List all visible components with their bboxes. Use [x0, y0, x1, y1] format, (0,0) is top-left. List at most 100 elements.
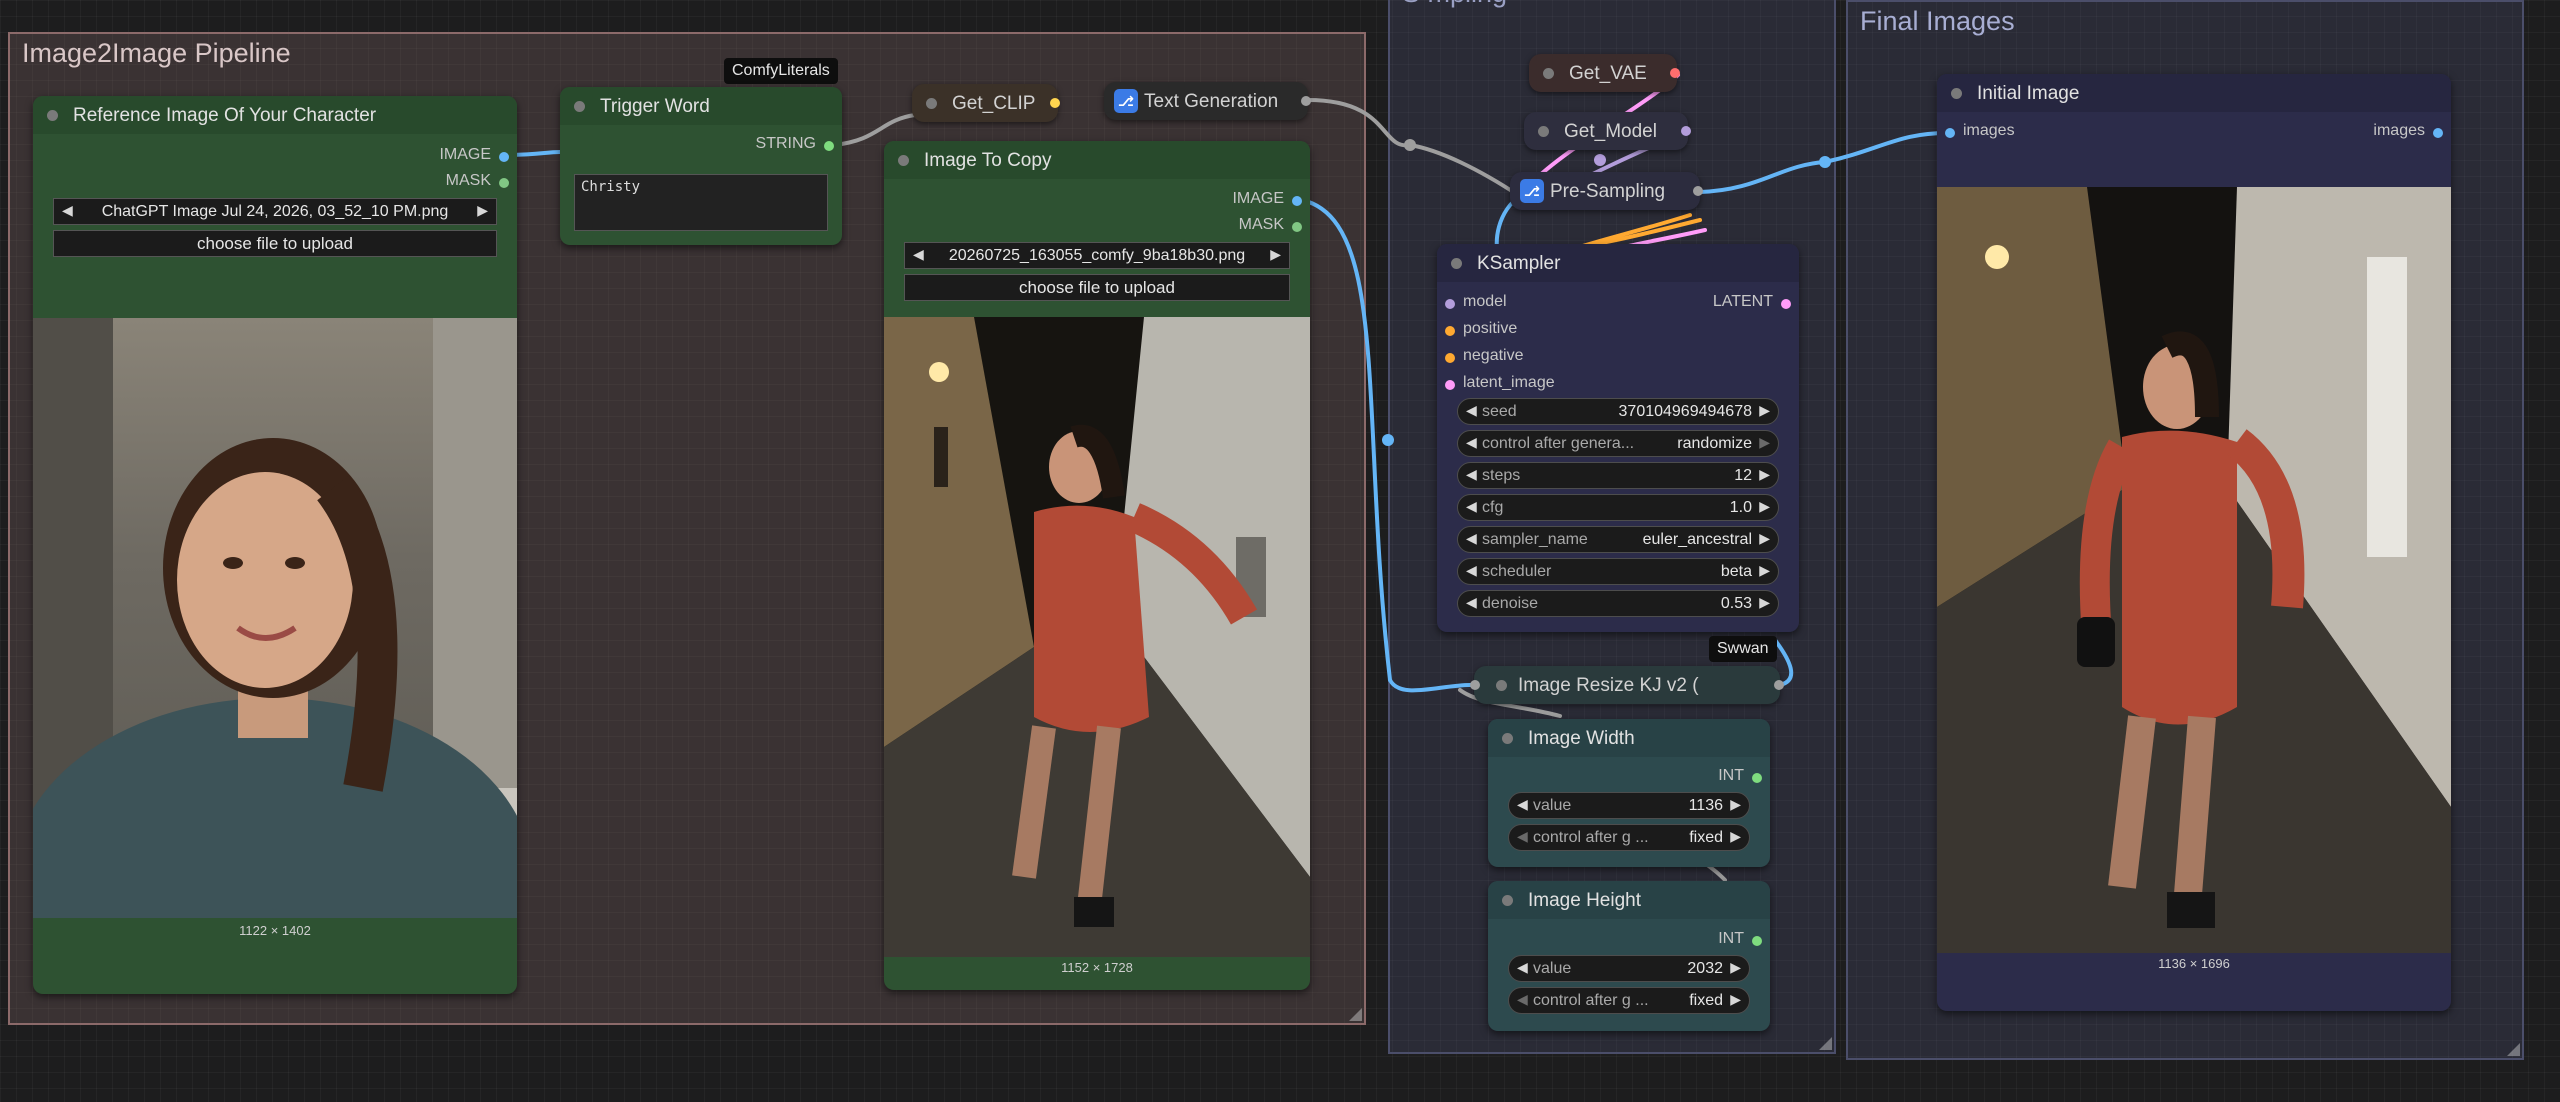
arrow-left-icon[interactable]: ◀	[1517, 828, 1528, 845]
port-dot-icon[interactable]	[499, 178, 509, 188]
output-string[interactable]: STRING	[756, 135, 834, 157]
arrow-right-icon[interactable]: ▶	[1759, 466, 1770, 483]
port-dot-icon[interactable]	[1292, 196, 1302, 206]
port-dot-icon[interactable]	[1470, 680, 1480, 690]
widget-value[interactable]: ◀ value 1136 ▶	[1508, 792, 1750, 819]
output-int[interactable]: INT	[1718, 767, 1762, 789]
collapse-dot-icon[interactable]	[1543, 68, 1554, 79]
node-get-clip[interactable]: Get_CLIP	[912, 84, 1060, 122]
arrow-left-icon[interactable]: ◀	[1466, 434, 1477, 451]
collapse-dot-icon[interactable]	[47, 110, 58, 121]
node-header[interactable]: Initial Image	[1937, 74, 2451, 112]
arrow-left-icon[interactable]: ◀	[1466, 466, 1477, 483]
arrow-left-icon[interactable]: ◀	[1466, 562, 1477, 579]
widget-cfg[interactable]: ◀ cfg 1.0 ▶	[1457, 494, 1779, 521]
trigger-word-textarea[interactable]: Christy	[574, 174, 828, 231]
widget-seed[interactable]: ◀ seed 370104969494678 ▶	[1457, 398, 1779, 425]
collapse-dot-icon[interactable]	[926, 98, 937, 109]
widget-sampler-name[interactable]: ◀ sampler_name euler_ancestral ▶	[1457, 526, 1779, 553]
arrow-left-icon[interactable]: ◀	[1466, 530, 1477, 547]
collapse-dot-icon[interactable]	[1538, 126, 1549, 137]
arrow-right-icon[interactable]: ▶	[1730, 991, 1741, 1008]
port-dot-icon[interactable]	[1681, 126, 1691, 136]
upload-button[interactable]: choose file to upload	[904, 274, 1290, 301]
port-dot-icon[interactable]	[1445, 380, 1455, 390]
node-header[interactable]: Image To Copy	[884, 141, 1310, 179]
widget-steps[interactable]: ◀ steps 12 ▶	[1457, 462, 1779, 489]
output-image[interactable]: IMAGE	[439, 146, 509, 168]
widget-denoise[interactable]: ◀ denoise 0.53 ▶	[1457, 590, 1779, 617]
arrow-left-icon[interactable]: ◀	[1466, 594, 1477, 611]
input-latent-image[interactable]: latent_image	[1445, 374, 1555, 396]
node-image-width[interactable]: Image Width INT ◀ value 1136 ▶ ◀ control…	[1488, 719, 1770, 867]
arrow-left-icon[interactable]: ◀	[1466, 498, 1477, 515]
node-text-generation[interactable]: ⎇ Text Generation	[1104, 82, 1311, 120]
port-dot-icon[interactable]	[1445, 299, 1455, 309]
port-dot-icon[interactable]	[1693, 186, 1703, 196]
collapse-dot-icon[interactable]	[1451, 258, 1462, 269]
node-get-vae[interactable]: Get_VAE	[1529, 54, 1680, 92]
node-ksampler[interactable]: KSampler model positive negative latent_…	[1437, 244, 1799, 632]
node-header[interactable]: Trigger Word	[560, 87, 842, 125]
node-pre-sampling[interactable]: ⎇ Pre-Sampling	[1510, 172, 1703, 210]
node-get-model[interactable]: Get_Model	[1524, 112, 1691, 150]
port-dot-icon[interactable]	[499, 152, 509, 162]
widget-control-after-generate[interactable]: ◀ control after genera... randomize ▶	[1457, 430, 1779, 457]
node-reference-image[interactable]: Reference Image Of Your Character IMAGE …	[33, 96, 517, 994]
collapse-dot-icon[interactable]	[1496, 680, 1507, 691]
widget-control-after-generate[interactable]: ◀ control after g ... fixed ▶	[1508, 987, 1750, 1014]
arrow-right-icon[interactable]: ▶	[1759, 530, 1770, 547]
collapse-dot-icon[interactable]	[898, 155, 909, 166]
image-file-selector[interactable]: ◀ ChatGPT Image Jul 24, 2026, 03_52_10 P…	[53, 198, 497, 225]
arrow-left-icon[interactable]: ◀	[1517, 991, 1528, 1008]
arrow-left-icon[interactable]: ◀	[1517, 796, 1528, 813]
node-image-to-copy[interactable]: Image To Copy IMAGE MASK ◀ 20260725_1630…	[884, 141, 1310, 990]
port-dot-icon[interactable]	[1445, 326, 1455, 336]
output-int[interactable]: INT	[1718, 930, 1762, 952]
arrow-right-icon[interactable]: ▶	[1730, 828, 1741, 845]
arrow-right-icon[interactable]: ▶	[1759, 498, 1770, 515]
port-dot-icon[interactable]	[2433, 128, 2443, 138]
port-dot-icon[interactable]	[1752, 773, 1762, 783]
collapse-dot-icon[interactable]	[574, 101, 585, 112]
input-images[interactable]: images	[1945, 122, 2015, 144]
node-image-resize[interactable]: Image Resize KJ v2 (	[1470, 666, 1784, 704]
arrow-right-icon[interactable]: ▶	[1759, 402, 1770, 419]
port-dot-icon[interactable]	[1781, 299, 1791, 309]
node-initial-image[interactable]: Initial Image images images 1136 × 1696	[1937, 74, 2451, 1011]
input-negative[interactable]: negative	[1445, 347, 1524, 369]
node-trigger-word[interactable]: Trigger Word STRING Christy	[560, 87, 842, 245]
arrow-right-icon[interactable]: ▶	[1730, 959, 1741, 976]
output-image[interactable]: IMAGE	[1232, 190, 1302, 212]
output-latent[interactable]: LATENT	[1713, 293, 1791, 315]
node-header[interactable]: Image Height	[1488, 881, 1770, 919]
port-dot-icon[interactable]	[1670, 68, 1680, 78]
port-dot-icon[interactable]	[1945, 128, 1955, 138]
arrow-right-icon[interactable]: ▶	[1759, 562, 1770, 579]
port-dot-icon[interactable]	[1301, 96, 1311, 106]
upload-button[interactable]: choose file to upload	[53, 230, 497, 257]
port-dot-icon[interactable]	[824, 141, 834, 151]
port-dot-icon[interactable]	[1292, 222, 1302, 232]
port-dot-icon[interactable]	[1445, 353, 1455, 363]
arrow-right-icon[interactable]: ▶	[1270, 246, 1281, 263]
node-header[interactable]: KSampler	[1437, 244, 1799, 282]
image-file-selector[interactable]: ◀ 20260725_163055_comfy_9ba18b30.png ▶	[904, 242, 1290, 269]
widget-control-after-generate[interactable]: ◀ control after g ... fixed ▶	[1508, 824, 1750, 851]
port-dot-icon[interactable]	[1752, 936, 1762, 946]
arrow-right-icon[interactable]: ▶	[1759, 594, 1770, 611]
input-model[interactable]: model	[1445, 293, 1507, 315]
widget-value[interactable]: ◀ value 2032 ▶	[1508, 955, 1750, 982]
node-image-height[interactable]: Image Height INT ◀ value 2032 ▶ ◀ contro…	[1488, 881, 1770, 1031]
collapse-dot-icon[interactable]	[1502, 733, 1513, 744]
port-dot-icon[interactable]	[1774, 680, 1784, 690]
collapse-dot-icon[interactable]	[1502, 895, 1513, 906]
arrow-left-icon[interactable]: ◀	[1466, 402, 1477, 419]
arrow-right-icon[interactable]: ▶	[1759, 434, 1770, 451]
port-dot-icon[interactable]	[1050, 98, 1060, 108]
output-mask[interactable]: MASK	[1239, 216, 1302, 238]
output-mask[interactable]: MASK	[446, 172, 509, 194]
widget-scheduler[interactable]: ◀ scheduler beta ▶	[1457, 558, 1779, 585]
node-header[interactable]: Image Width	[1488, 719, 1770, 757]
output-images[interactable]: images	[2373, 122, 2443, 144]
